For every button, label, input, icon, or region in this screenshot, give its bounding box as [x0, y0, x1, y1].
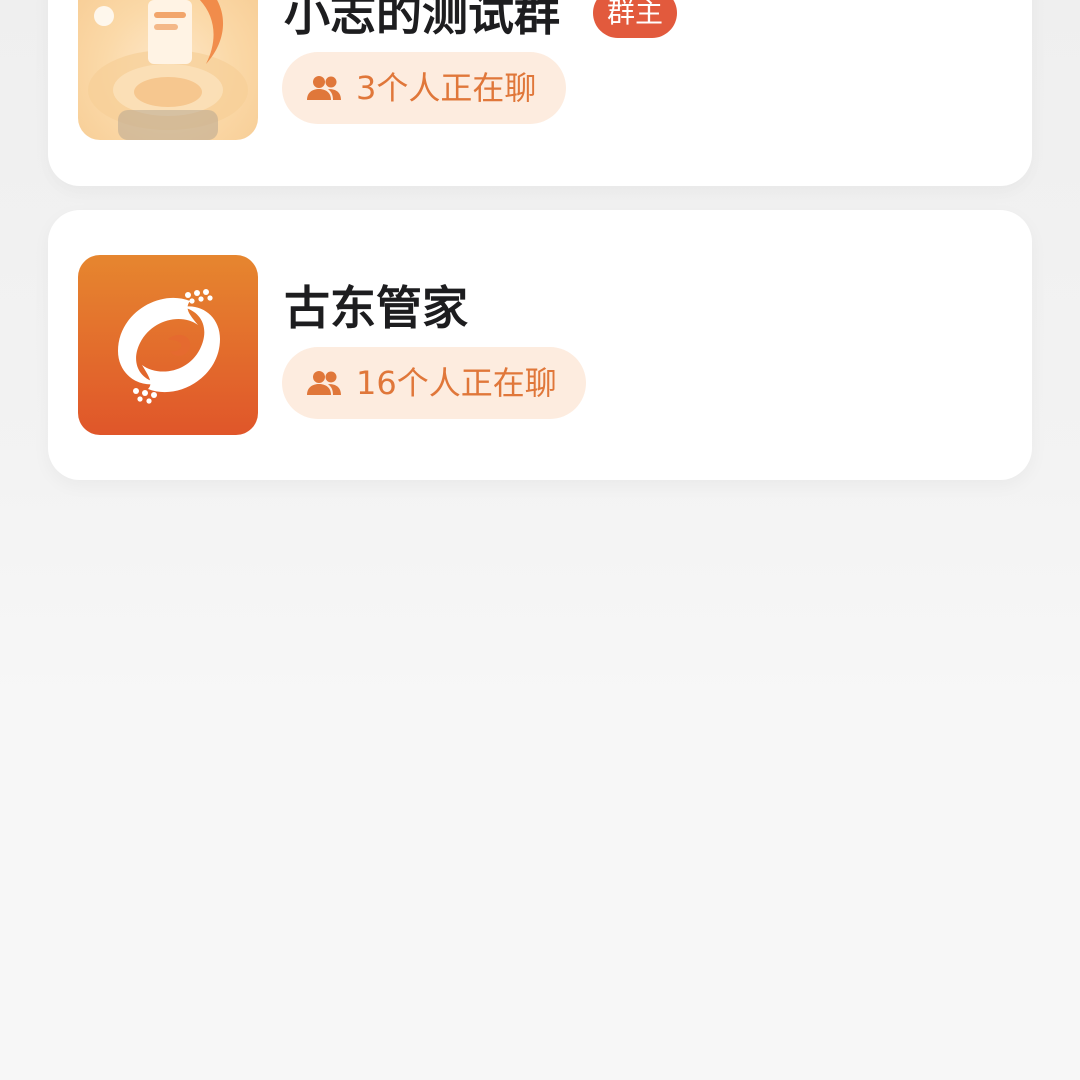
people-icon	[307, 371, 341, 395]
active-chat-count-pill: 3个人正在聊	[282, 52, 566, 124]
active-chat-count-text: 16个人正在聊	[356, 364, 557, 402]
active-chat-count-text: 3个人正在聊	[356, 69, 537, 107]
people-icon	[307, 76, 341, 100]
group-owner-badge: 群主	[593, 0, 678, 38]
group-list-screen: 小志的测试群 群主 3个人正在聊 古东管家 16个人正在聊	[0, 0, 1080, 1080]
group-avatar-image	[78, 0, 258, 140]
orange-swirl-logo-icon	[118, 289, 220, 404]
group-name: 古东管家	[284, 281, 468, 335]
group-name: 小志的测试群	[284, 0, 560, 41]
illustrated-avatar-icon	[88, 0, 248, 140]
group-avatar-image	[78, 255, 258, 435]
active-chat-count-pill: 16个人正在聊	[282, 347, 586, 419]
group-card-xiaozhi-test[interactable]: 小志的测试群 群主 3个人正在聊	[48, 0, 1032, 186]
group-card-gudong-guanjia[interactable]: 古东管家 16个人正在聊	[48, 210, 1032, 480]
